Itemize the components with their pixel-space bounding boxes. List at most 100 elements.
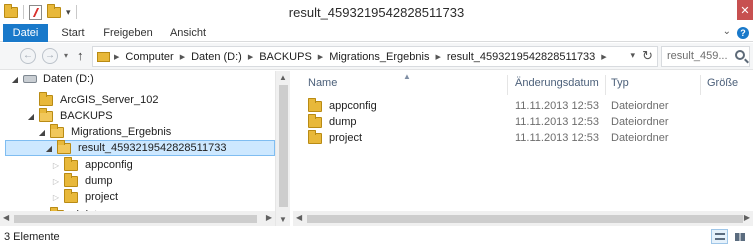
chevron-right-icon[interactable]: ▶ [248,53,253,61]
column-divider[interactable] [507,75,508,95]
tree-item-daten[interactable]: ◢ Daten (D:) [10,71,94,87]
scroll-right-arrow-icon[interactable]: ▶ [744,213,750,222]
tab-start[interactable]: Start [54,24,92,42]
column-header-name[interactable]: Name [308,77,337,93]
tree-item-dump[interactable]: ▷ dump [51,172,113,189]
collapsed-arrow-icon[interactable]: ▷ [51,193,61,202]
item-name: project [329,132,363,144]
item-date: 11.11.2013 12:53 [515,100,600,112]
folder-open-icon [39,107,53,122]
column-header-date[interactable]: Änderungsdatum [515,77,599,93]
folder-icon [308,98,322,112]
item-count: 3 Elemente [4,231,60,243]
details-view-icon [715,233,725,240]
column-divider[interactable] [700,75,701,95]
search-input[interactable]: result_459... [661,46,750,67]
tree-item-label: result_4593219542828511733 [78,142,227,154]
list-item[interactable]: project 11.11.2013 12:53 Dateiordner [306,130,746,146]
column-divider[interactable] [605,75,606,95]
scroll-right-arrow-icon[interactable]: ▶ [266,213,272,222]
tree-item-label: Migrations_Ergebnis [71,126,172,138]
scrollbar-thumb[interactable] [279,85,288,207]
chevron-right-icon[interactable]: ▶ [114,53,119,61]
expanded-arrow-icon[interactable]: ◢ [10,75,20,84]
close-window-button[interactable]: ✕ [737,0,753,20]
scroll-left-arrow-icon[interactable]: ◀ [3,213,9,222]
navigation-bar: ← → ▾ ↑ ▶ Computer ▶ Daten (D:) ▶ BACKUP… [0,43,753,70]
folder-icon [64,172,78,187]
large-icons-view-button[interactable] [731,229,748,244]
folder-icon [308,114,322,128]
scroll-up-arrow-icon[interactable]: ▲ [279,73,287,82]
scroll-down-arrow-icon[interactable]: ▼ [279,215,287,224]
breadcrumb-migrations-ergebnis[interactable]: Migrations_Ergebnis [329,51,429,63]
folder-icon [97,51,110,62]
file-list: Name ▲ Änderungsdatum Typ Größe appconfi… [293,71,753,226]
window-title: result_4593219542828511733 [288,5,465,20]
expand-ribbon-chevron-down-icon[interactable]: ⌄ [723,26,731,37]
back-button[interactable]: ← [20,48,36,64]
tree-item-migrations-ergebnis[interactable]: ◢ Migrations_Ergebnis [37,123,172,140]
item-name: dump [329,116,357,128]
tree-item-label: dump [85,175,113,187]
forward-button[interactable]: → [42,48,58,64]
tree-item-appconfig[interactable]: ▷ appconfig [51,156,133,173]
item-type: Dateiordner [611,100,669,112]
tree-item-label: BACKUPS [60,110,113,122]
column-header-size[interactable]: Größe [707,77,738,93]
chevron-right-icon[interactable]: ▶ [601,53,606,61]
expanded-arrow-icon[interactable]: ◢ [37,128,47,137]
tab-freigeben[interactable]: Freigeben [96,24,160,42]
folder-icon [64,156,78,171]
navigation-vertical-scrollbar[interactable]: ▲ ▼ [275,71,290,226]
tab-datei[interactable]: Datei [3,24,48,42]
item-type: Dateiordner [611,132,669,144]
tree-item-result-selected[interactable]: ◢ result_4593219542828511733 [5,139,275,156]
scroll-left-arrow-icon[interactable]: ◀ [296,213,302,222]
collapsed-arrow-icon[interactable]: ▷ [51,177,61,186]
scrollbar-thumb[interactable] [14,215,257,223]
item-date: 11.11.2013 12:53 [515,116,600,128]
up-arrow-icon[interactable]: ↑ [77,49,84,63]
folder-icon [39,91,53,106]
navigation-horizontal-scrollbar[interactable]: ◀ ▶ [0,211,275,226]
tree-item-label: ArcGIS_Server_102 [60,94,159,106]
sort-ascending-icon: ▲ [403,72,411,81]
help-icon[interactable]: ? [737,27,749,39]
chevron-right-icon[interactable]: ▶ [435,53,440,61]
navigation-pane: ◢ Daten (D:) ArcGIS_Server_102 ◢ BACKUPS… [0,71,290,226]
chevron-right-icon[interactable]: ▶ [318,53,323,61]
breadcrumb-backups[interactable]: BACKUPS [259,51,312,63]
address-history-chevron-down-icon[interactable]: ▾ [630,50,635,61]
tree-item-arcgis-server[interactable]: ArcGIS_Server_102 [26,91,159,108]
address-bar[interactable]: ▶ Computer ▶ Daten (D:) ▶ BACKUPS ▶ Migr… [92,46,658,67]
expanded-arrow-icon[interactable]: ◢ [26,112,36,121]
folder-open-icon [57,139,71,154]
chevron-right-icon[interactable]: ▶ [180,53,185,61]
item-type: Dateiordner [611,116,669,128]
recent-locations-chevron-down-icon[interactable]: ▾ [64,51,68,60]
breadcrumb-daten[interactable]: Daten (D:) [191,51,242,63]
breadcrumb-computer[interactable]: Computer [125,51,173,63]
details-view-button[interactable] [711,229,728,244]
file-list-horizontal-scrollbar[interactable]: ◀ ▶ [293,211,753,226]
scrollbar-thumb[interactable] [307,215,743,223]
folder-icon [64,188,78,203]
ribbon-tabs: Datei Start Freigeben Ansicht ⌄ ? [0,24,753,42]
tab-ansicht[interactable]: Ansicht [162,24,214,42]
item-name: appconfig [329,100,377,112]
folder-open-icon [50,123,64,138]
tree-item-label: project [85,191,119,203]
search-icon[interactable] [735,50,745,60]
expanded-arrow-icon[interactable]: ◢ [44,144,54,153]
tree-item-backups[interactable]: ◢ BACKUPS [26,107,113,124]
tree-item-label: appconfig [85,159,133,171]
tree-item-project[interactable]: ▷ project [51,188,119,205]
list-item[interactable]: appconfig 11.11.2013 12:53 Dateiordner [306,98,746,114]
list-item[interactable]: dump 11.11.2013 12:53 Dateiordner [306,114,746,130]
breadcrumb-result[interactable]: result_4593219542828511733 [447,51,595,63]
title-bar: ▾ result_4593219542828511733 ✕ [0,0,753,24]
column-header-type[interactable]: Typ [611,77,629,93]
collapsed-arrow-icon[interactable]: ▷ [51,161,61,170]
refresh-icon[interactable]: ↻ [642,48,653,64]
